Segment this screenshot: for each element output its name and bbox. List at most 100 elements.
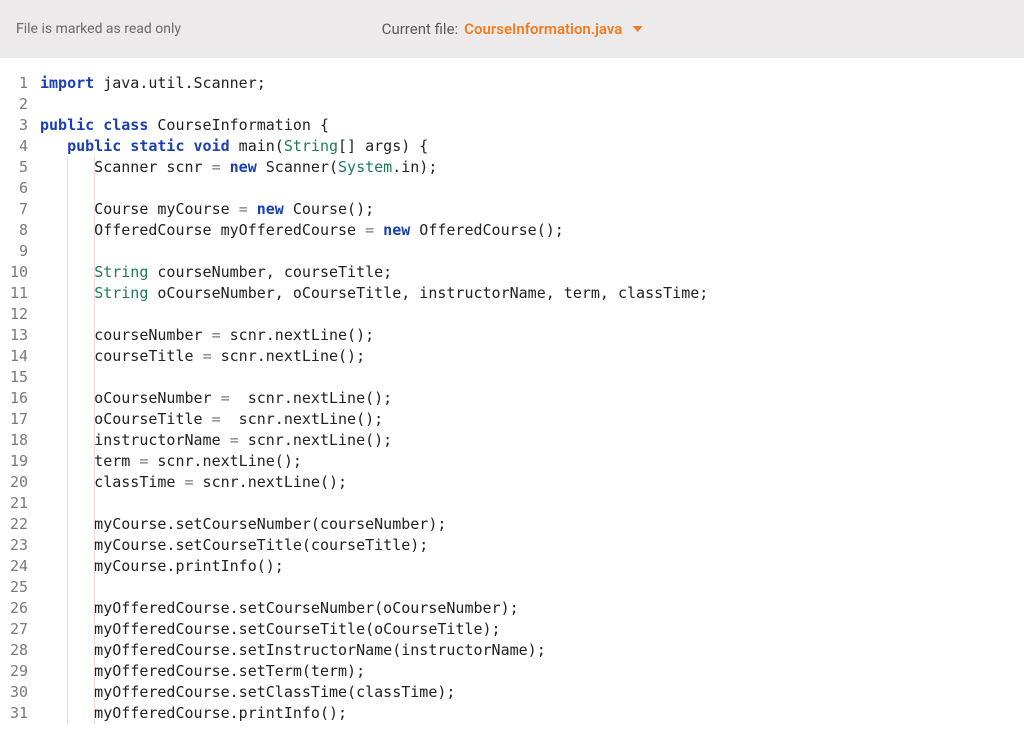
current-file-label: Current file: — [382, 20, 458, 38]
code-line: OfferedCourse myOfferedCourse = new Offe… — [40, 220, 1024, 241]
indent-guide — [67, 535, 68, 556]
current-file-selector[interactable]: Current file: CourseInformation.java — [382, 20, 643, 38]
code-editor: 1234567891011121314151617181920212223242… — [0, 58, 1024, 729]
line-number: 21 — [0, 493, 34, 514]
code-line: public class CourseInformation { — [40, 115, 1024, 136]
indent-guide — [94, 619, 95, 640]
line-number: 2 — [0, 94, 34, 115]
indent-guide — [94, 598, 95, 619]
line-number: 10 — [0, 262, 34, 283]
chevron-down-icon — [632, 26, 642, 32]
line-number: 14 — [0, 346, 34, 367]
line-number: 26 — [0, 598, 34, 619]
code-line: Course myCourse = new Course(); — [40, 199, 1024, 220]
indent-guide — [94, 640, 95, 661]
indent-guide — [67, 220, 68, 241]
line-number: 25 — [0, 577, 34, 598]
indent-guide — [67, 472, 68, 493]
line-number: 27 — [0, 619, 34, 640]
indent-guide — [67, 577, 68, 598]
line-number: 24 — [0, 556, 34, 577]
code-line: public static void main(String[] args) { — [40, 136, 1024, 157]
line-number: 3 — [0, 115, 34, 136]
indent-guide — [67, 682, 68, 703]
code-line — [40, 178, 1024, 199]
code-area[interactable]: import java.util.Scanner; public class Co… — [34, 58, 1024, 729]
code-line — [40, 241, 1024, 262]
code-line: oCourseTitle = scnr.nextLine(); — [40, 409, 1024, 430]
indent-guide — [67, 556, 68, 577]
line-number: 1 — [0, 73, 34, 94]
code-line: import java.util.Scanner; — [40, 73, 1024, 94]
indent-guide — [94, 199, 95, 220]
code-line: courseNumber = scnr.nextLine(); — [40, 325, 1024, 346]
indent-guide — [94, 682, 95, 703]
indent-guide — [94, 661, 95, 682]
indent-guide — [67, 619, 68, 640]
code-line: String oCourseNumber, oCourseTitle, inst… — [40, 283, 1024, 304]
indent-guide — [67, 199, 68, 220]
readonly-message: File is marked as read only — [16, 21, 181, 37]
code-line: instructorName = scnr.nextLine(); — [40, 430, 1024, 451]
code-line: myOfferedCourse.printInfo(); — [40, 703, 1024, 724]
code-line — [40, 367, 1024, 388]
line-number: 23 — [0, 535, 34, 556]
indent-guide — [94, 157, 95, 178]
code-line: classTime = scnr.nextLine(); — [40, 472, 1024, 493]
line-number: 5 — [0, 157, 34, 178]
indent-guide — [67, 451, 68, 472]
code-line — [40, 94, 1024, 115]
line-number: 13 — [0, 325, 34, 346]
line-number: 31 — [0, 703, 34, 724]
line-number: 20 — [0, 472, 34, 493]
line-number: 17 — [0, 409, 34, 430]
line-number: 15 — [0, 367, 34, 388]
indent-guide — [94, 493, 95, 514]
indent-guide — [94, 514, 95, 535]
code-line: myOfferedCourse.setInstructorName(instru… — [40, 640, 1024, 661]
indent-guide — [67, 262, 68, 283]
code-line: Scanner scnr = new Scanner(System.in); — [40, 157, 1024, 178]
code-line: myOfferedCourse.setClassTime(classTime); — [40, 682, 1024, 703]
code-line: myCourse.setCourseNumber(courseNumber); — [40, 514, 1024, 535]
line-number: 4 — [0, 136, 34, 157]
line-number: 7 — [0, 199, 34, 220]
indent-guide — [94, 262, 95, 283]
indent-guide — [94, 430, 95, 451]
indent-guide — [94, 556, 95, 577]
line-number: 12 — [0, 304, 34, 325]
indent-guide — [67, 178, 68, 199]
indent-guide — [94, 451, 95, 472]
current-file-name: CourseInformation.java — [464, 20, 622, 38]
indent-guide — [67, 388, 68, 409]
code-line: term = scnr.nextLine(); — [40, 451, 1024, 472]
indent-guide — [94, 577, 95, 598]
code-line: courseTitle = scnr.nextLine(); — [40, 346, 1024, 367]
indent-guide — [94, 409, 95, 430]
indent-guide — [94, 304, 95, 325]
indent-guide — [94, 388, 95, 409]
indent-guide — [67, 703, 68, 724]
indent-guide — [94, 346, 95, 367]
indent-guide — [67, 430, 68, 451]
code-line — [40, 577, 1024, 598]
line-number: 11 — [0, 283, 34, 304]
code-line: String courseNumber, courseTitle; — [40, 262, 1024, 283]
line-number: 18 — [0, 430, 34, 451]
indent-guide — [94, 178, 95, 199]
header-bar: File is marked as read only Current file… — [0, 0, 1024, 58]
indent-guide — [94, 283, 95, 304]
indent-guide — [94, 241, 95, 262]
code-line: myOfferedCourse.setCourseTitle(oCourseTi… — [40, 619, 1024, 640]
code-line: myCourse.printInfo(); — [40, 556, 1024, 577]
line-number: 29 — [0, 661, 34, 682]
indent-guide — [67, 304, 68, 325]
indent-guide — [67, 241, 68, 262]
indent-guide — [94, 703, 95, 724]
indent-guide — [67, 157, 68, 178]
line-number: 30 — [0, 682, 34, 703]
indent-guide — [94, 367, 95, 388]
line-number: 6 — [0, 178, 34, 199]
code-line — [40, 304, 1024, 325]
indent-guide — [67, 493, 68, 514]
